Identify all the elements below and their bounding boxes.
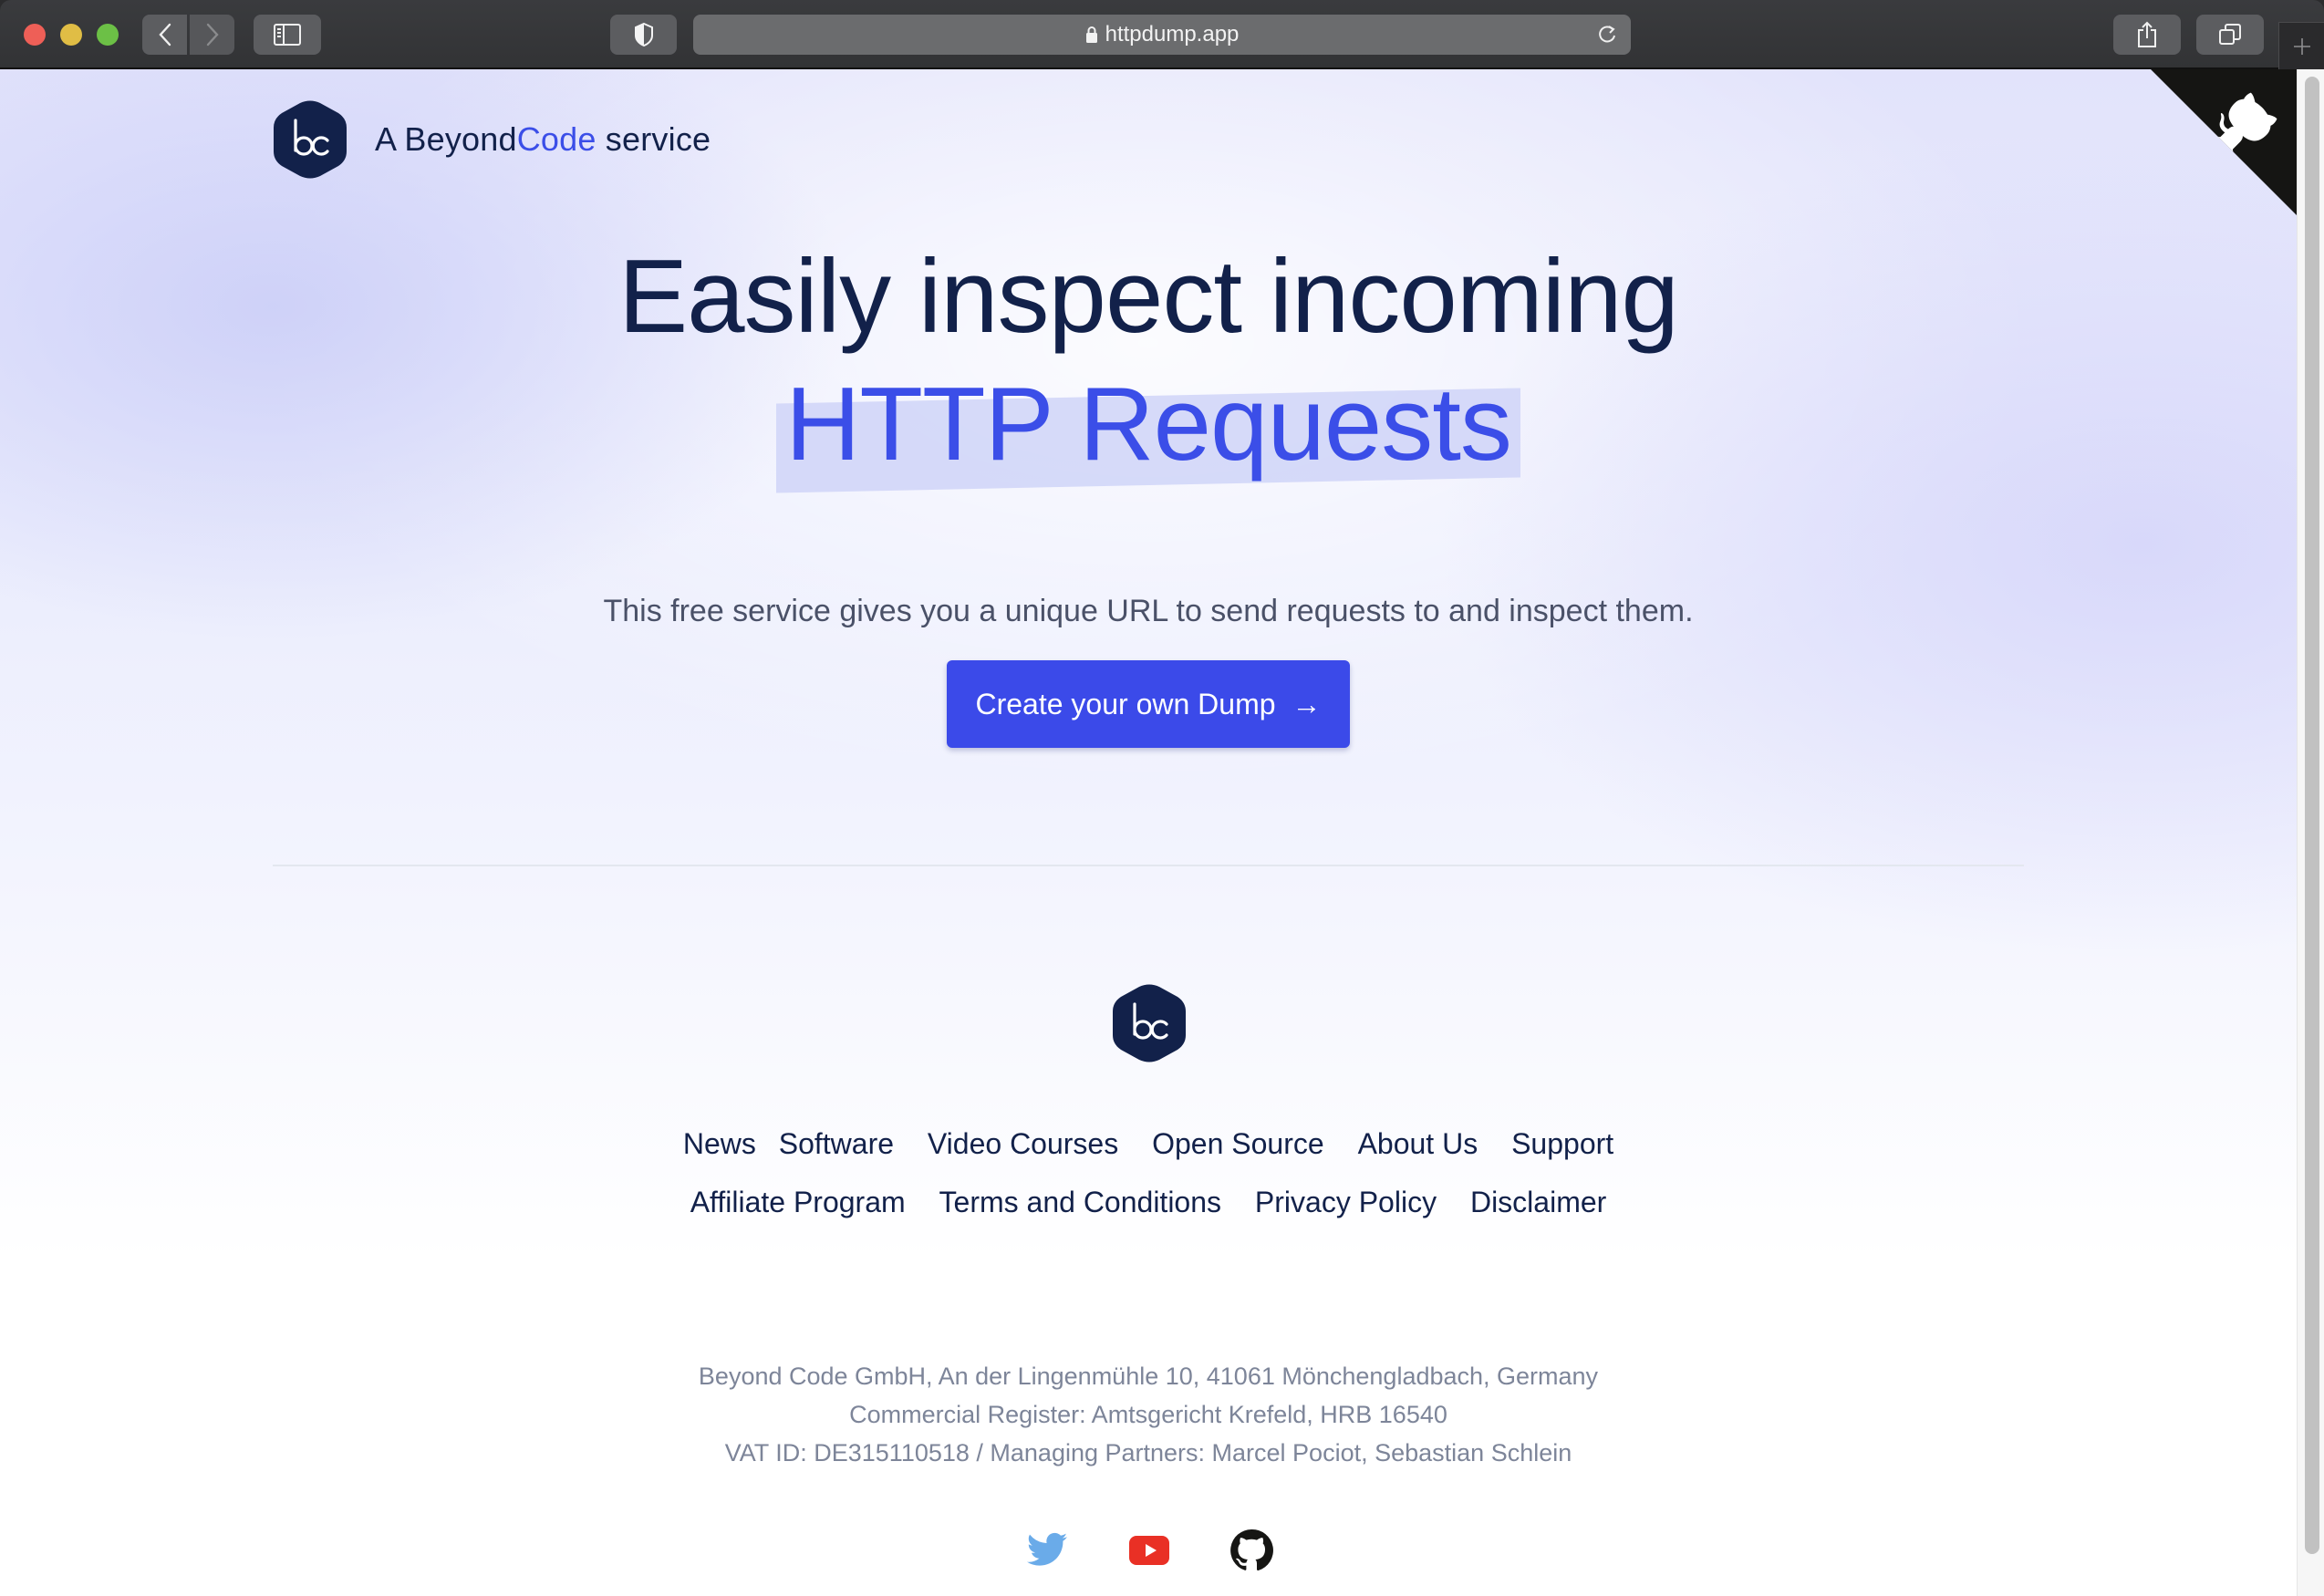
section-divider <box>273 865 2024 866</box>
footer-nav-primary: News Software Video Courses Open Source … <box>0 1127 2297 1161</box>
brand-prefix: A Beyond <box>375 120 517 158</box>
create-dump-button[interactable]: Create your own Dump → <box>947 660 1350 748</box>
legal-vat: VAT ID: DE315110518 / Managing Partners:… <box>724 1439 1572 1466</box>
arrow-right-icon: → <box>1292 687 1322 720</box>
sidebar-icon <box>274 24 301 46</box>
privacy-report-button[interactable] <box>610 15 677 55</box>
hero-title-line2: HTTP Requests <box>785 367 1512 482</box>
footer-nav-secondary: Affiliate Program Terms and Conditions P… <box>0 1186 2297 1219</box>
create-dump-label: Create your own Dump <box>975 687 1276 720</box>
tab-overview-button[interactable] <box>2196 15 2264 55</box>
new-tab-button[interactable] <box>2278 22 2324 69</box>
plus-icon <box>2293 37 2310 55</box>
chevron-right-icon <box>206 23 219 47</box>
twitter-link[interactable] <box>1025 1529 1069 1572</box>
legal-info: Beyond Code GmbH, An der Lingenmühle 10,… <box>0 1357 2297 1472</box>
hero-title-highlight: HTTP Requests <box>776 361 1520 493</box>
chevron-left-icon <box>158 23 171 47</box>
tabs-overview-icon <box>2219 24 2241 45</box>
close-window-button[interactable] <box>24 24 46 46</box>
share-icon <box>2138 21 2156 47</box>
scrollbar-thumb[interactable] <box>2305 77 2319 1554</box>
page-viewport: A BeyondCode service Easily inspect inco… <box>0 69 2297 1596</box>
footer-link-support[interactable]: Support <box>1511 1127 1613 1160</box>
github-link[interactable] <box>1229 1529 1273 1572</box>
shield-icon <box>634 22 653 47</box>
twitter-icon <box>1027 1532 1067 1566</box>
share-button[interactable] <box>2113 15 2181 55</box>
footer-link-news[interactable]: News <box>683 1127 756 1160</box>
hero-subtitle: This free service gives you a unique URL… <box>603 594 1694 628</box>
sidebar-toggle-button[interactable] <box>254 15 321 55</box>
footer-link-video-courses[interactable]: Video Courses <box>928 1127 1118 1160</box>
back-button[interactable] <box>142 15 187 55</box>
url-text: httpdump.app <box>1105 22 1240 47</box>
github-icon <box>1230 1529 1273 1571</box>
footer-link-about-us[interactable]: About Us <box>1358 1127 1478 1160</box>
footer-logo[interactable] <box>1112 984 1187 1067</box>
footer-link-terms[interactable]: Terms and Conditions <box>939 1186 1221 1218</box>
brand-tagline: A BeyondCode service <box>375 120 711 159</box>
youtube-icon <box>1129 1536 1169 1565</box>
legal-address: Beyond Code GmbH, An der Lingenmühle 10,… <box>698 1363 1599 1390</box>
youtube-link[interactable] <box>1127 1529 1171 1572</box>
forward-button[interactable] <box>190 15 234 55</box>
beyondcode-logo-footer <box>1113 984 1186 1062</box>
beyondcode-logo <box>274 100 347 179</box>
address-bar[interactable]: httpdump.app <box>693 15 1631 55</box>
brand-suffix: service <box>596 120 711 158</box>
hero-title-line1: Easily inspect incoming <box>618 239 1679 355</box>
footer-link-affiliate-program[interactable]: Affiliate Program <box>690 1186 906 1218</box>
browser-toolbar: httpdump.app <box>0 0 2324 69</box>
footer-link-open-source[interactable]: Open Source <box>1152 1127 1324 1160</box>
zoom-window-button[interactable] <box>97 24 119 46</box>
footer-link-privacy-policy[interactable]: Privacy Policy <box>1255 1186 1437 1218</box>
reload-icon[interactable] <box>1596 24 1618 46</box>
lock-icon <box>1085 26 1097 43</box>
github-corner-link[interactable] <box>2151 69 2297 215</box>
social-links <box>1025 1529 1273 1572</box>
footer-link-software[interactable]: Software <box>779 1127 894 1160</box>
minimize-window-button[interactable] <box>60 24 82 46</box>
brand-header[interactable]: A BeyondCode service <box>273 100 711 179</box>
page-scrollbar[interactable] <box>2297 69 2324 1596</box>
footer-link-disclaimer[interactable]: Disclaimer <box>1470 1186 1606 1218</box>
hero-title: Easily inspect incoming HTTP Requests <box>0 233 2297 493</box>
legal-register: Commercial Register: Amtsgericht Krefeld… <box>849 1401 1447 1428</box>
brand-accent: Code <box>516 120 597 158</box>
